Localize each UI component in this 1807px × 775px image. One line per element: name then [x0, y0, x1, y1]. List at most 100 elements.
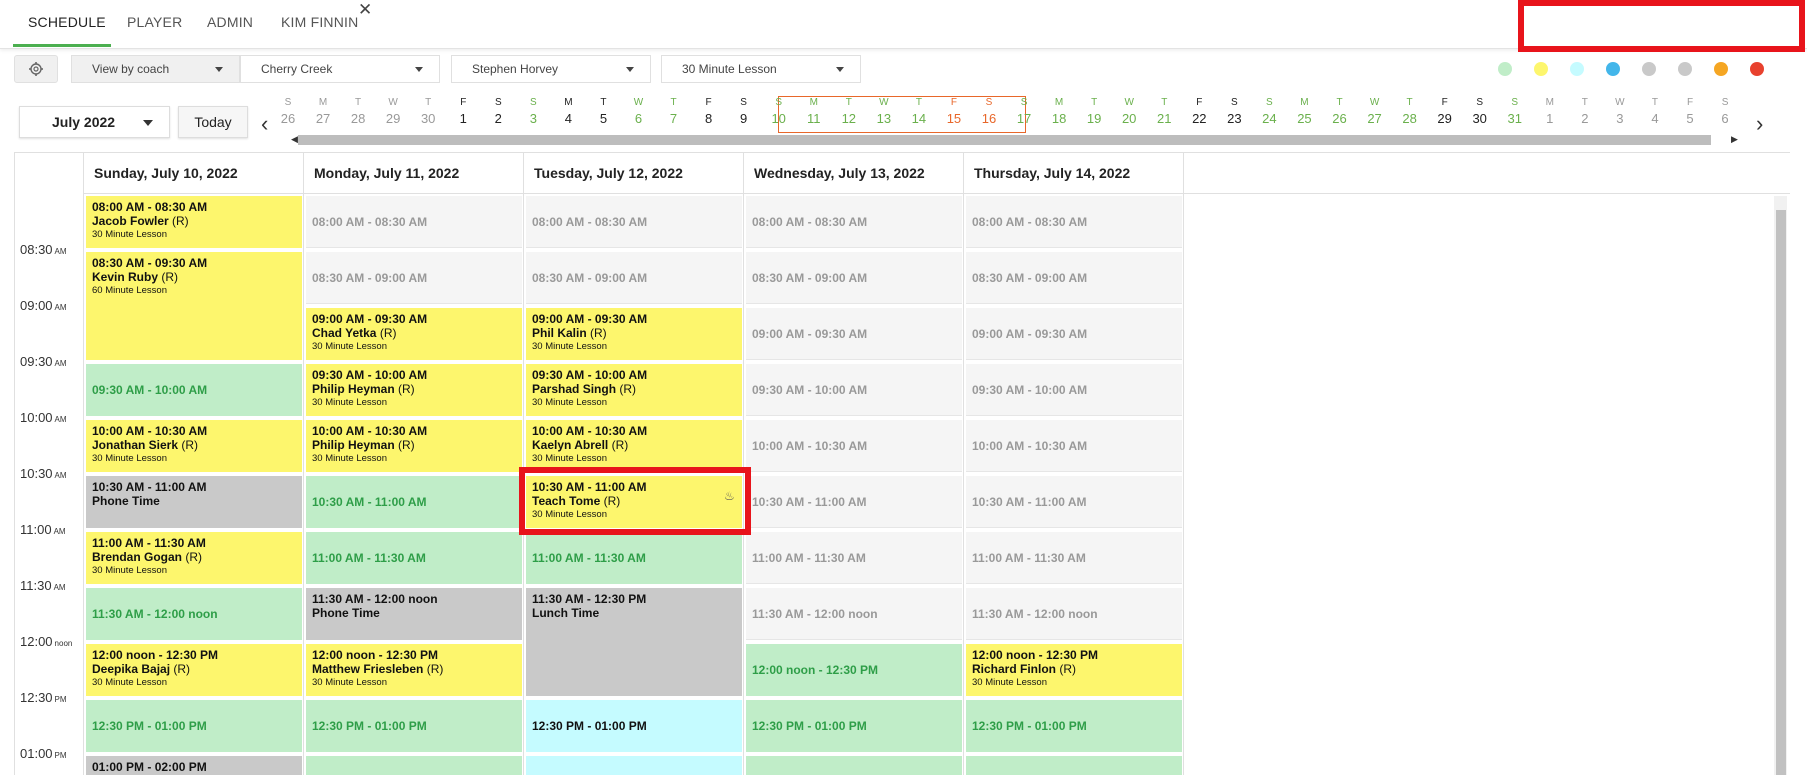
coach-dropdown[interactable]: Stephen Horvey	[451, 55, 651, 83]
blocked-slot[interactable]: 11:30 AM - 12:30 PM Lunch Time	[526, 588, 742, 696]
bell-icon[interactable]: ♨	[724, 489, 735, 503]
chevron-left-icon[interactable]: ‹	[261, 111, 268, 137]
time-slot[interactable]: 09:30 AM - 10:00 AM	[966, 364, 1182, 416]
tab-kim-finnin[interactable]: KIM FINNIN	[281, 14, 358, 30]
lesson-booking[interactable]: 08:00 AM - 08:30 AM Jacob Fowler (R) 30 Mi…	[86, 196, 302, 248]
time-slot[interactable]	[746, 756, 962, 775]
day-item[interactable]: W3	[1604, 96, 1636, 128]
lesson-booking[interactable]: 12:00 noon - 12:30 PM Matthew Friesleben …	[306, 644, 522, 696]
day-item[interactable]: T7	[658, 96, 690, 128]
day-item[interactable]: M1	[1534, 96, 1566, 128]
time-slot[interactable]: 12:00 noon - 12:30 PM	[746, 644, 962, 696]
legend-dot[interactable]	[1714, 62, 1728, 76]
day-item[interactable]: W 20	[1113, 96, 1145, 128]
settings-button[interactable]	[14, 55, 58, 83]
time-slot[interactable]: 09:00 AM - 09:30 AM	[746, 308, 962, 360]
legend-dot[interactable]	[1678, 62, 1692, 76]
scroll-right-icon[interactable]: ▶	[1731, 134, 1738, 145]
tab-schedule[interactable]: SCHEDULE	[28, 14, 106, 30]
lesson-booking[interactable]: 09:30 AM - 10:00 AM Philip Heyman (R) 30 M…	[306, 364, 522, 416]
time-slot[interactable]: 11:30 AM - 12:00 noon	[86, 588, 302, 640]
time-slot[interactable]: 08:30 AM - 09:00 AM	[526, 252, 742, 304]
lesson-booking[interactable]: 10:00 AM - 10:30 AM Philip Heyman (R) 30 M…	[306, 420, 522, 472]
legend-dot[interactable]	[1570, 62, 1584, 76]
time-slot[interactable]: 08:30 AM - 09:00 AM	[306, 252, 522, 304]
time-slot[interactable]: 11:00 AM - 11:30 AM	[306, 532, 522, 584]
day-item[interactable]: S9	[728, 96, 760, 128]
day-item[interactable]: S6	[1709, 96, 1741, 128]
lesson-booking[interactable]: 12:00 noon - 12:30 PM Richard Finlon (R) 3…	[966, 644, 1182, 696]
time-slot[interactable]: 12:30 PM - 01:00 PM	[966, 700, 1182, 752]
today-button[interactable]: Today	[178, 106, 248, 138]
chevron-right-icon[interactable]: ›	[1756, 111, 1763, 137]
day-item[interactable]: T5	[587, 96, 619, 128]
time-slot[interactable]: 08:00 AM - 08:30 AM	[526, 196, 742, 248]
day-item[interactable]: M 27	[307, 96, 339, 128]
day-item[interactable]: T 30	[412, 96, 444, 128]
blocked-slot[interactable]: 01:00 PM - 02:00 PM	[86, 756, 302, 775]
time-slot[interactable]: 10:00 AM - 10:30 AM	[966, 420, 1182, 472]
time-slot[interactable]: 09:30 AM - 10:00 AM	[746, 364, 962, 416]
day-item[interactable]: S2	[482, 96, 514, 128]
blocked-slot[interactable]: 11:30 AM - 12:00 noon Phone Time	[306, 588, 522, 640]
time-slot[interactable]	[526, 756, 742, 775]
day-item[interactable]: F 15	[938, 96, 970, 128]
day-item[interactable]: F8	[693, 96, 725, 128]
day-item[interactable]: F 29	[1429, 96, 1461, 128]
day-item[interactable]: W6	[623, 96, 655, 128]
day-item[interactable]: W 13	[868, 96, 900, 128]
day-item[interactable]: F1	[447, 96, 479, 128]
time-slot[interactable]: 11:30 AM - 12:00 noon	[966, 588, 1182, 640]
day-item[interactable]: M 25	[1288, 96, 1320, 128]
location-dropdown[interactable]: Cherry Creek	[240, 55, 440, 83]
time-slot[interactable]: 08:00 AM - 08:30 AM	[966, 196, 1182, 248]
legend-dot[interactable]	[1642, 62, 1656, 76]
day-item[interactable]: F5	[1674, 96, 1706, 128]
day-item[interactable]: S 30	[1464, 96, 1496, 128]
day-item[interactable]: T 19	[1078, 96, 1110, 128]
day-item[interactable]: T 28	[342, 96, 374, 128]
time-slot[interactable]: 10:30 AM - 11:00 AM	[966, 476, 1182, 528]
lesson-booking[interactable]: 10:00 AM - 10:30 AM Jonathan Sierk (R) 30 …	[86, 420, 302, 472]
month-picker[interactable]: July 2022	[19, 106, 170, 138]
tab-admin[interactable]: ADMIN	[207, 14, 253, 30]
time-slot[interactable]: 10:30 AM - 11:00 AM	[746, 476, 962, 528]
time-slot[interactable]: 09:30 AM - 10:00 AM	[86, 364, 302, 416]
tab-player[interactable]: PLAYER	[127, 14, 182, 30]
lesson-booking[interactable]: 12:00 noon - 12:30 PM Deepika Bajaj (R) 30…	[86, 644, 302, 696]
day-item[interactable]: S 31	[1499, 96, 1531, 128]
lesson-booking[interactable]: 09:00 AM - 09:30 AM Chad Yetka (R) 30 Minu…	[306, 308, 522, 360]
day-item[interactable]: M 18	[1043, 96, 1075, 128]
lesson-type-dropdown[interactable]: 30 Minute Lesson	[661, 55, 861, 83]
day-item[interactable]: S 26	[272, 96, 304, 128]
day-item[interactable]: S 17	[1008, 96, 1040, 128]
horizontal-scrollbar[interactable]	[298, 135, 1711, 145]
legend-dot[interactable]	[1750, 62, 1764, 76]
time-slot[interactable]: 08:30 AM - 09:00 AM	[966, 252, 1182, 304]
day-item[interactable]: S 23	[1218, 96, 1250, 128]
legend-dot[interactable]	[1534, 62, 1548, 76]
day-item[interactable]: T 28	[1394, 96, 1426, 128]
time-slot[interactable]: 08:00 AM - 08:30 AM	[746, 196, 962, 248]
lesson-booking[interactable]: 11:00 AM - 11:30 AM Brendan Gogan (R) 30 M…	[86, 532, 302, 584]
time-slot[interactable]: 11:30 AM - 12:00 noon	[746, 588, 962, 640]
time-slot[interactable]: 09:00 AM - 09:30 AM	[966, 308, 1182, 360]
day-item[interactable]: M4	[552, 96, 584, 128]
lesson-booking[interactable]: 10:00 AM - 10:30 AM Kaelyn Abrell (R) 30 M…	[526, 420, 742, 472]
close-icon[interactable]: ✕	[358, 0, 372, 20]
day-item[interactable]: W 27	[1359, 96, 1391, 128]
time-slot[interactable]	[966, 756, 1182, 775]
day-item[interactable]: S 10	[763, 96, 795, 128]
day-item[interactable]: T4	[1639, 96, 1671, 128]
vertical-scrollbar-thumb[interactable]	[1776, 210, 1786, 775]
legend-dot[interactable]	[1498, 62, 1512, 76]
day-item[interactable]: T2	[1569, 96, 1601, 128]
day-item[interactable]: T 14	[903, 96, 935, 128]
day-item[interactable]: S3	[517, 96, 549, 128]
time-slot[interactable]: 12:30 PM - 01:00 PM	[306, 700, 522, 752]
time-slot[interactable]: 12:30 PM - 01:00 PM	[746, 700, 962, 752]
time-slot[interactable]: 12:30 PM - 01:00 PM	[86, 700, 302, 752]
time-slot[interactable]: 12:30 PM - 01:00 PM	[526, 700, 742, 752]
time-slot[interactable]	[306, 756, 522, 775]
time-slot[interactable]: 10:30 AM - 11:00 AM	[306, 476, 522, 528]
